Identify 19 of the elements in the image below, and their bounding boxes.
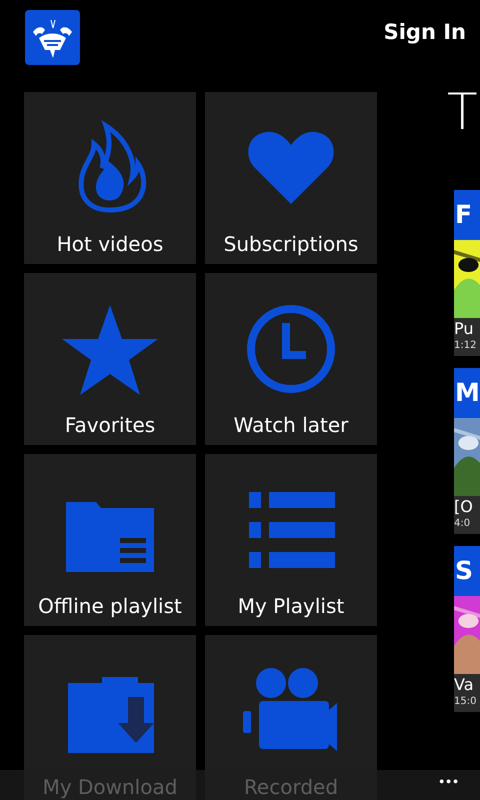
menu-tile[interactable]: Watch later xyxy=(205,273,377,445)
more-button[interactable]: ••• xyxy=(419,770,480,800)
menu-tile[interactable]: Favorites xyxy=(24,273,196,445)
video-title: Va xyxy=(454,674,475,696)
section-header: S xyxy=(454,546,480,596)
video-duration: 1:12 xyxy=(454,340,478,352)
sign-in-button[interactable]: Sign In xyxy=(380,10,470,54)
panel-title: T xyxy=(447,82,478,142)
video-duration: 15:0 xyxy=(454,696,478,708)
video-title: [O xyxy=(454,496,474,518)
menu-tile[interactable]: My Playlist xyxy=(205,454,377,626)
section-header: F xyxy=(454,190,480,240)
section-header: M xyxy=(454,368,480,418)
video-duration: 4:0 xyxy=(454,518,472,530)
app-logo xyxy=(25,10,80,65)
menu-tile[interactable]: Hot videos xyxy=(24,92,196,264)
menu-tile[interactable]: Subscriptions xyxy=(205,92,377,264)
video-title: Pu xyxy=(454,318,475,340)
menu-tile[interactable]: Offline playlist xyxy=(24,454,196,626)
